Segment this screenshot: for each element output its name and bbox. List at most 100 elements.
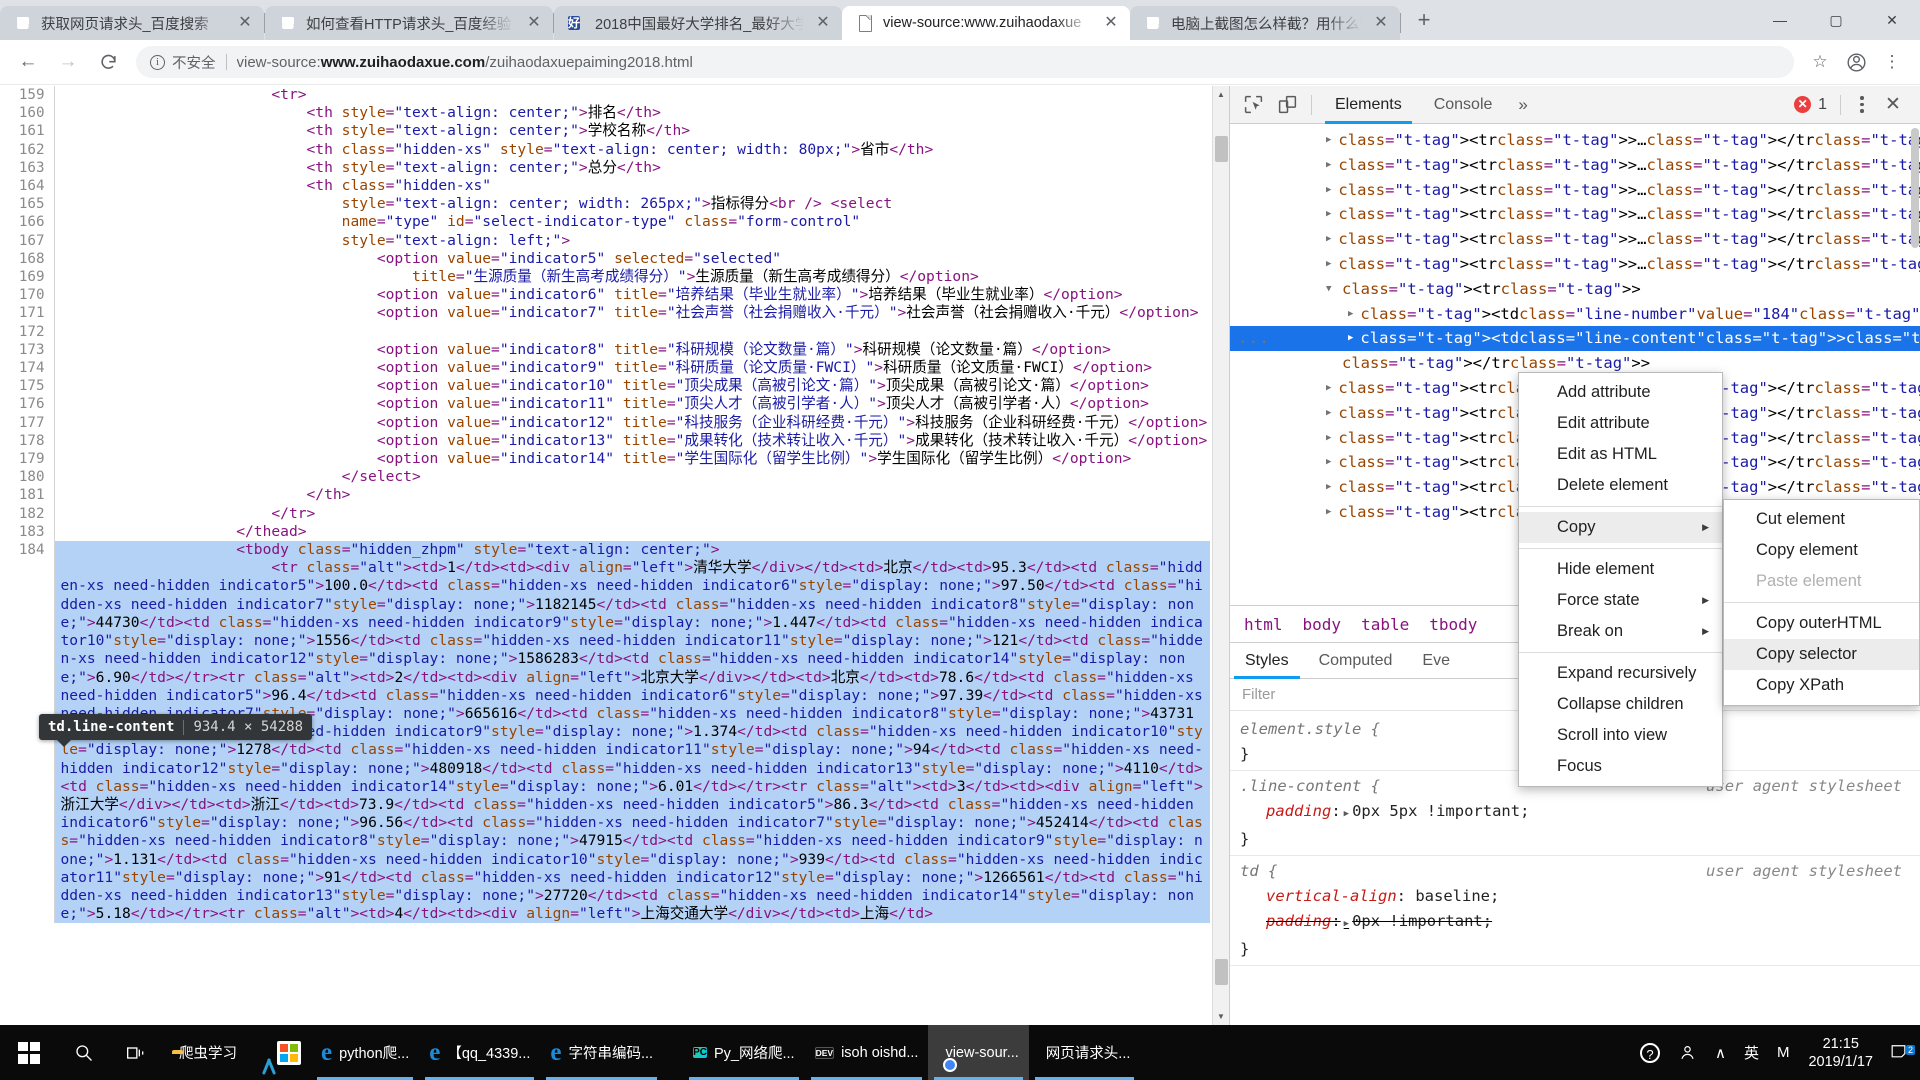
start-button[interactable] xyxy=(0,1025,58,1080)
style-declaration[interactable]: vertical-align: baseline; xyxy=(1240,884,1920,909)
inspect-cursor-icon[interactable] xyxy=(1236,90,1270,120)
menu-item[interactable]: Focus xyxy=(1519,751,1722,782)
source-line[interactable]: 160 <th style="text-align: center;">排名</… xyxy=(0,104,1210,123)
scrollbar-thumb[interactable] xyxy=(1911,128,1919,248)
taskbar-app[interactable]: view-sour... xyxy=(928,1025,1029,1080)
chevron-down-icon[interactable]: ▼ xyxy=(1326,277,1335,302)
source-line[interactable]: 179 <option value="indicator14" title="学… xyxy=(0,450,1210,469)
line-content[interactable]: </tr> xyxy=(54,505,1210,523)
line-content[interactable]: <option value="indicator9" title="科研质量（论… xyxy=(54,359,1210,377)
style-property-name[interactable]: vertical-align xyxy=(1266,887,1397,905)
source-line[interactable]: 178 <option value="indicator13" title="成… xyxy=(0,431,1210,451)
line-content[interactable]: title="生源质量（新生高考成绩得分）">生源质量（新生高考成绩得分）</o… xyxy=(54,268,1210,286)
ime-mode-icon[interactable]: M xyxy=(1768,1044,1799,1061)
source-line[interactable]: 165 style="text-align: center; width: 26… xyxy=(0,195,1210,214)
close-window-button[interactable]: ✕ xyxy=(1864,0,1920,40)
help-icon[interactable]: ? xyxy=(1631,1042,1669,1063)
menu-item[interactable]: Copy selector xyxy=(1724,639,1919,670)
line-content[interactable]: </th> xyxy=(54,486,1210,504)
taskbar-app[interactable]: 爬虫学习 xyxy=(162,1025,247,1080)
error-badge[interactable]: ✕ 1 xyxy=(1794,96,1827,114)
tab-close-icon[interactable]: ✕ xyxy=(1098,10,1124,36)
source-line[interactable]: 162 <th class="hidden-xs" style="text-al… xyxy=(0,140,1210,159)
style-rule[interactable]: td {user agent stylesheet vertical-align:… xyxy=(1230,856,1920,966)
source-line[interactable]: 173 <option value="indicator8" title="科研… xyxy=(0,340,1210,360)
context-submenu-copy[interactable]: Cut element Copy element Paste element Copy… xyxy=(1723,499,1920,706)
people-icon[interactable] xyxy=(1669,1043,1706,1062)
profile-avatar-icon[interactable] xyxy=(1838,44,1874,80)
reload-icon[interactable] xyxy=(90,44,126,80)
chevron-right-icon[interactable]: ▶ xyxy=(1326,401,1331,426)
tab-close-icon[interactable]: ✕ xyxy=(232,10,258,36)
menu-item[interactable]: Edit as HTML xyxy=(1519,439,1722,470)
source-line[interactable]: 177 <option value="indicator12" title="科… xyxy=(0,413,1210,432)
menu-item[interactable]: Scroll into view xyxy=(1519,720,1722,751)
dom-tree-row[interactable]: ▶class="t-tag"><trclass="t-tag">>…class=… xyxy=(1230,128,1920,153)
line-content[interactable]: <option value="indicator10" title="顶尖成果（… xyxy=(54,377,1210,395)
breadcrumb-item[interactable]: table xyxy=(1361,615,1409,634)
source-line[interactable]: 176 <option value="indicator11" title="顶… xyxy=(0,395,1210,414)
taskbar-app[interactable] xyxy=(247,1025,267,1080)
tab-console[interactable]: Console xyxy=(1418,86,1509,124)
style-property-name[interactable]: padding xyxy=(1266,912,1331,930)
maximize-button[interactable]: ▢ xyxy=(1808,0,1864,40)
menu-item[interactable]: Copy element xyxy=(1724,535,1919,566)
menu-item[interactable]: Edit attribute xyxy=(1519,408,1722,439)
dom-tree-row[interactable]: ▶class="t-tag"><trclass="t-tag">>…class=… xyxy=(1230,202,1920,227)
scrollbar-thumb-secondary[interactable] xyxy=(1215,959,1228,985)
source-line[interactable]: 183 </thead> xyxy=(0,522,1210,542)
chevron-right-icon[interactable]: ▶ xyxy=(1326,202,1331,227)
notification-icon[interactable]: 2 xyxy=(1883,1041,1920,1065)
breadcrumb-item[interactable]: body xyxy=(1303,615,1342,634)
dom-tree-row[interactable]: ▶class="t-tag"><trclass="t-tag">>…class=… xyxy=(1230,252,1920,277)
style-declaration[interactable]: padding: ▶ 0px 5px !important; xyxy=(1240,799,1920,827)
chevron-right-icon[interactable]: ▶ xyxy=(1348,302,1353,327)
line-content[interactable] xyxy=(54,323,1210,341)
scroll-up-arrow[interactable]: ▲ xyxy=(1213,86,1229,103)
line-content[interactable]: <th style="text-align: center;">总分</th> xyxy=(54,159,1210,177)
menu-item[interactable]: Cut element xyxy=(1724,504,1919,535)
tab-elements[interactable]: Elements xyxy=(1319,86,1418,124)
dom-tree-row-selected[interactable]: ▶ class="t-tag"><td class = "line-content" c… xyxy=(1230,326,1920,352)
source-line[interactable]: 184 <tbody class="hidden_zhpm" style="te… xyxy=(0,541,1210,560)
breadcrumb-item[interactable]: html xyxy=(1244,615,1283,634)
browser-tab-4[interactable]: 电脑上截图怎么样截？用什么截图 ✕ xyxy=(1130,6,1400,40)
chevron-right-icon[interactable]: ▶ xyxy=(1348,326,1353,351)
dom-tree-row[interactable]: ▶class="t-tag"><trclass="t-tag">>…class=… xyxy=(1230,178,1920,203)
taskbar-app[interactable]: PC Py_网络爬... xyxy=(683,1025,804,1080)
style-property-value[interactable]: 0px 5px !important; xyxy=(1352,802,1529,820)
search-icon[interactable] xyxy=(58,1025,110,1080)
clock[interactable]: 21:15 2019/1/17 xyxy=(1798,1035,1883,1071)
style-property-value[interactable]: 0px !important; xyxy=(1352,912,1492,930)
menu-item[interactable]: Hide element xyxy=(1519,554,1722,585)
style-declaration[interactable]: padding: ▶ 0px !important; xyxy=(1240,909,1920,937)
line-content[interactable]: </select> xyxy=(54,468,1210,486)
source-line[interactable]: 163 <th style="text-align: center;">总分</… xyxy=(0,158,1210,178)
menu-item[interactable]: Copy XPath xyxy=(1724,670,1919,701)
chevron-right-icon[interactable]: ▶ xyxy=(1326,376,1331,401)
tab-close-icon[interactable]: ✕ xyxy=(810,10,836,36)
line-content[interactable]: <option value="indicator5" selected="sel… xyxy=(54,250,1210,268)
source-line[interactable]: 175 <option value="indicator10" title="顶… xyxy=(0,377,1210,396)
style-property-value[interactable]: baseline; xyxy=(1415,887,1499,905)
source-line[interactable]: 166 name="type" id="select-indicator-typ… xyxy=(0,213,1210,232)
source-line[interactable]: 161 <th style="text-align: center;">学校名称… xyxy=(0,122,1210,141)
taskbar-app[interactable]: e 【qq_4339... xyxy=(419,1025,540,1080)
style-property-name[interactable]: padding xyxy=(1266,802,1331,820)
source-line[interactable]: 182 </tr> xyxy=(0,504,1210,523)
line-content[interactable]: <option value="indicator14" title="学生国际化… xyxy=(54,450,1210,468)
line-content[interactable]: <th class="hidden-xs" style="text-align:… xyxy=(54,141,1210,159)
chevron-right-icon[interactable]: ▶ xyxy=(1326,128,1331,153)
back-icon[interactable]: ← xyxy=(10,44,46,80)
bookmark-star-icon[interactable]: ☆ xyxy=(1802,44,1838,80)
source-line[interactable]: 170 <option value="indicator6" title="培养… xyxy=(0,286,1210,305)
dom-tree-row[interactable]: ▶class="t-tag"><trclass="t-tag">>…class=… xyxy=(1230,227,1920,252)
tab-styles[interactable]: Styles xyxy=(1230,643,1304,679)
forward-icon[interactable]: → xyxy=(50,44,86,80)
chevron-right-icon[interactable]: ▶ xyxy=(1326,178,1331,203)
expand-shorthand-icon[interactable]: ▶ xyxy=(1344,919,1349,929)
chevron-right-icon[interactable]: ▶ xyxy=(1326,500,1331,525)
ime-language-icon[interactable]: 英 xyxy=(1735,1042,1768,1063)
scroll-down-arrow[interactable]: ▼ xyxy=(1213,1008,1229,1025)
style-selector[interactable]: .line-content { xyxy=(1240,777,1380,795)
